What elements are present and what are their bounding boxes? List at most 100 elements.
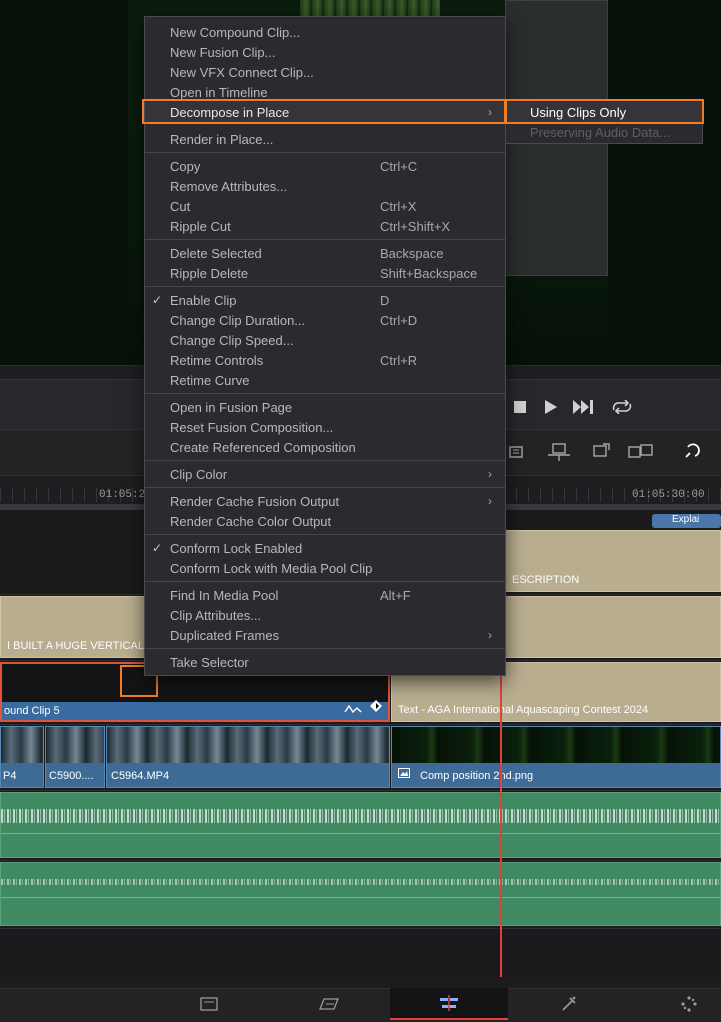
audio-clip-2[interactable] <box>0 862 721 926</box>
menu-item-shortcut: Ctrl+D <box>380 312 418 328</box>
compound-clip-label: ound Clip 5 <box>4 705 60 717</box>
menu-item-retime-curve[interactable]: Retime Curve <box>145 370 505 390</box>
menu-item-label: New Fusion Clip... <box>170 44 276 60</box>
menu-item-label: Duplicated Frames <box>170 627 280 643</box>
menu-item-take-selector[interactable]: Take Selector <box>145 652 505 672</box>
menu-item-label: Open in Fusion Page <box>170 399 293 415</box>
text-clip-right-mid[interactable] <box>505 596 721 658</box>
insert-clip-icon[interactable] <box>545 440 573 464</box>
menu-item-cut[interactable]: Cut Ctrl+X <box>145 196 505 216</box>
menu-item-label: Retime Controls <box>170 352 264 368</box>
menu-item-shortcut: Backspace <box>380 245 444 261</box>
menu-item-label: Conform Lock Enabled <box>170 540 303 556</box>
menu-item-label: Reset Fusion Composition... <box>170 419 334 435</box>
replace-clip-icon[interactable] <box>626 440 654 464</box>
menu-separator <box>145 581 505 582</box>
marker-tag[interactable]: Explai <box>652 514 721 528</box>
menu-item-shortcut: Ctrl+R <box>380 352 418 368</box>
menu-item-shortcut: Alt+F <box>380 587 411 603</box>
chevron-right-icon: › <box>488 467 492 481</box>
menu-separator <box>145 152 505 153</box>
play-icon[interactable] <box>540 396 562 418</box>
audio-level-line <box>1 897 720 898</box>
stop-icon[interactable] <box>509 396 531 418</box>
menu-item-copy[interactable]: Copy Ctrl+C <box>145 156 505 176</box>
menu-item-render-in-place[interactable]: Render in Place... <box>145 129 505 149</box>
submenu-item-preserving-audio-data: Preserving Audio Data... <box>506 122 702 142</box>
menu-item-label: Change Clip Duration... <box>170 312 306 328</box>
menu-separator <box>145 534 505 535</box>
menu-item-find-in-media-pool[interactable]: Find In Media Pool Alt+F <box>145 585 505 605</box>
menu-item-label: Clip Attributes... <box>170 607 262 623</box>
clip-thumbnails <box>392 727 720 763</box>
track-separator <box>0 790 721 791</box>
menu-item-ripple-cut[interactable]: Ripple Cut Ctrl+Shift+X <box>145 216 505 236</box>
menu-item-label: Render Cache Color Output <box>170 513 332 529</box>
menu-item-render-cache-color-output[interactable]: Render Cache Color Output <box>145 511 505 531</box>
menu-item-retime-controls[interactable]: Retime Controls Ctrl+R <box>145 350 505 370</box>
menu-item-label: New Compound Clip... <box>170 24 301 40</box>
menu-item-render-cache-fusion-output[interactable]: Render Cache Fusion Output › <box>145 491 505 511</box>
video-clip-label: C5900.... <box>49 770 94 782</box>
chevron-right-icon: › <box>488 628 492 642</box>
menu-item-shortcut: Ctrl+X <box>380 198 417 214</box>
menu-item-new-fusion-clip[interactable]: New Fusion Clip... <box>145 42 505 62</box>
menu-item-create-referenced-composition[interactable]: Create Referenced Composition <box>145 437 505 457</box>
cut-page-icon[interactable] <box>270 988 388 1020</box>
text-clip-title[interactable]: I BUILT A HUGE VERTICAL N <box>0 596 146 658</box>
menu-item-label: Find In Media Pool <box>170 587 279 603</box>
track-separator <box>0 928 721 929</box>
media-page-icon[interactable] <box>150 988 268 1020</box>
audio-level-line <box>1 833 720 834</box>
next-clip-icon[interactable] <box>573 396 595 418</box>
menu-item-delete-selected[interactable]: Delete Selected Backspace <box>145 243 505 263</box>
menu-item-new-vfx-connect-clip[interactable]: New VFX Connect Clip... <box>145 62 505 82</box>
audio-waveform <box>1 809 720 823</box>
menu-item-label: Remove Attributes... <box>170 178 288 194</box>
menu-separator <box>145 239 505 240</box>
menu-item-shortcut: Shift+Backspace <box>380 265 478 281</box>
image-icon <box>398 768 410 781</box>
menu-item-clip-color[interactable]: Clip Color › <box>145 464 505 484</box>
text-clip-description[interactable]: ESCRIPTION <box>505 530 721 592</box>
menu-item-reset-fusion-composition[interactable]: Reset Fusion Composition... <box>145 417 505 437</box>
loop-icon[interactable] <box>611 396 633 418</box>
edit-page-icon[interactable] <box>390 988 508 1020</box>
menu-item-label: Ripple Delete <box>170 265 249 281</box>
clip-thumbnails <box>46 727 104 763</box>
menu-item-conform-lock-enabled[interactable]: ✓ Conform Lock Enabled <box>145 538 505 558</box>
snapping-icon[interactable] <box>677 440 705 464</box>
menu-item-remove-attributes[interactable]: Remove Attributes... <box>145 176 505 196</box>
menu-item-label: Conform Lock with Media Pool Clip <box>170 560 373 576</box>
menu-item-label: Copy <box>170 158 201 174</box>
image-clip[interactable]: Comp position 2nd.png <box>391 726 721 788</box>
menu-item-label: Create Referenced Composition <box>170 439 356 455</box>
menu-item-change-clip-duration[interactable]: Change Clip Duration... Ctrl+D <box>145 310 505 330</box>
track-separator <box>0 860 721 861</box>
menu-separator <box>145 286 505 287</box>
check-icon: ✓ <box>152 293 163 307</box>
fusion-page-icon[interactable] <box>510 988 628 1020</box>
video-clip[interactable]: C5900.... <box>45 726 105 788</box>
menu-item-label: Change Clip Speed... <box>170 332 294 348</box>
video-clip[interactable]: C5964.MP4 <box>106 726 390 788</box>
color-page-icon[interactable] <box>630 988 721 1020</box>
menu-item-clip-attributes[interactable]: Clip Attributes... <box>145 605 505 625</box>
menu-item-label: Render Cache Fusion Output <box>170 493 340 509</box>
menu-item-change-clip-speed[interactable]: Change Clip Speed... <box>145 330 505 350</box>
overwrite-clip-icon[interactable] <box>586 440 614 464</box>
menu-item-open-in-fusion-page[interactable]: Open in Fusion Page <box>145 397 505 417</box>
track-separator <box>0 724 721 725</box>
menu-item-enable-clip[interactable]: ✓ Enable Clip D <box>145 290 505 310</box>
menu-item-label: Take Selector <box>170 654 249 670</box>
menu-item-ripple-delete[interactable]: Ripple Delete Shift+Backspace <box>145 263 505 283</box>
menu-item-duplicated-frames[interactable]: Duplicated Frames › <box>145 625 505 645</box>
text-clip-aga-label: Text - AGA International Aquascaping Con… <box>398 704 649 716</box>
menu-item-conform-lock-media-pool[interactable]: Conform Lock with Media Pool Clip <box>145 558 505 578</box>
image-clip-label: Comp position 2nd.png <box>420 770 534 782</box>
menu-item-new-compound-clip[interactable]: New Compound Clip... <box>145 22 505 42</box>
using-clips-only-highlight <box>505 99 704 124</box>
video-clip[interactable]: P4 <box>0 726 44 788</box>
audio-clip-1[interactable] <box>0 792 721 858</box>
clip-thumbnails <box>107 727 389 763</box>
